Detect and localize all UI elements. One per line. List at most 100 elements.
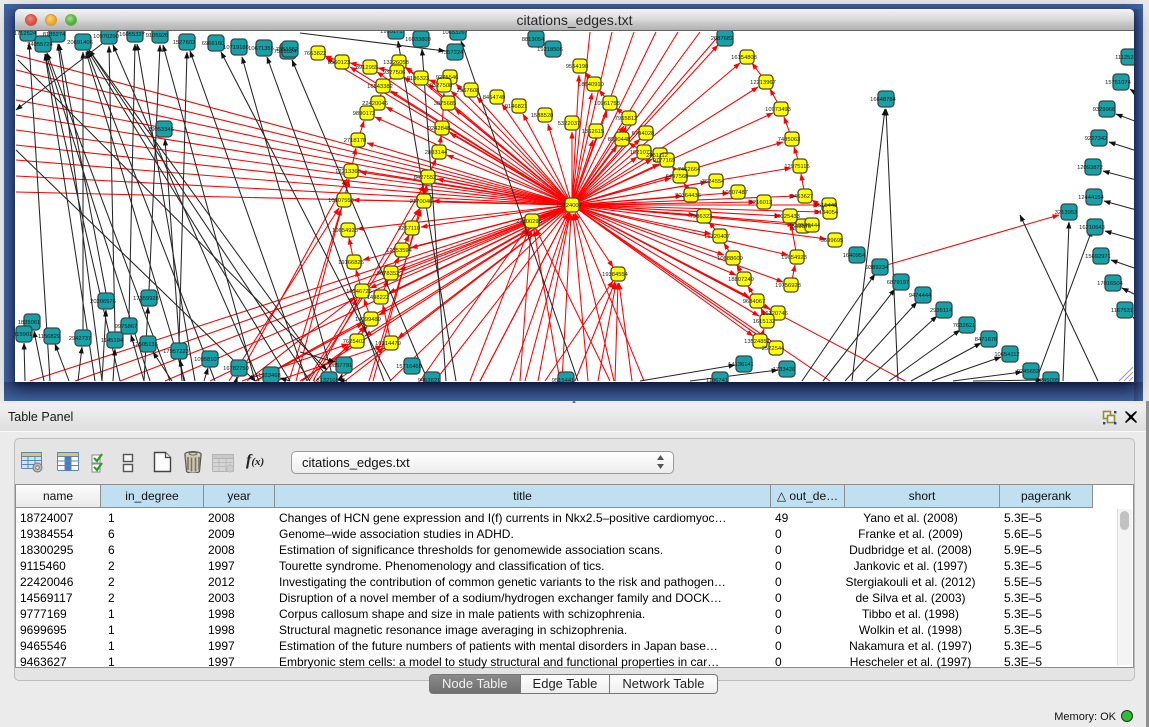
svg-text:20206576: 20206576 bbox=[90, 299, 116, 305]
svg-text:14099489: 14099489 bbox=[355, 317, 381, 323]
svg-text:14136141: 14136141 bbox=[728, 362, 754, 368]
svg-text:8454749: 8454749 bbox=[483, 95, 506, 101]
svg-text:29053346: 29053346 bbox=[148, 127, 174, 133]
svg-text:1712524: 1712524 bbox=[15, 31, 37, 37]
svg-text:8135274: 8135274 bbox=[43, 32, 66, 38]
svg-text:6497568: 6497568 bbox=[666, 174, 689, 180]
svg-text:19166825: 19166825 bbox=[338, 260, 364, 266]
svg-text:9474444: 9474444 bbox=[909, 293, 932, 299]
svg-text:1186741: 1186741 bbox=[706, 378, 728, 382]
svg-text:24055724: 24055724 bbox=[27, 42, 54, 48]
svg-text:9245095: 9245095 bbox=[1037, 378, 1060, 382]
svg-text:2718170: 2718170 bbox=[344, 138, 367, 144]
svg-text:2935114: 2935114 bbox=[930, 308, 953, 314]
svg-text:12505135: 12505135 bbox=[132, 342, 158, 348]
svg-text:10671355: 10671355 bbox=[248, 46, 274, 52]
svg-text:8912955: 8912955 bbox=[356, 65, 379, 71]
svg-text:9245652: 9245652 bbox=[1017, 369, 1040, 375]
svg-text:10961758: 10961758 bbox=[594, 101, 620, 107]
svg-text:8960123: 8960123 bbox=[328, 60, 351, 66]
svg-text:7955812: 7955812 bbox=[615, 116, 638, 122]
svg-text:6966160: 6966160 bbox=[202, 41, 225, 47]
svg-text:16782759: 16782759 bbox=[223, 366, 249, 372]
svg-text:11923468: 11923468 bbox=[255, 373, 280, 379]
svg-text:9777169: 9777169 bbox=[653, 158, 676, 164]
svg-text:7663822: 7663822 bbox=[304, 51, 327, 57]
svg-text:17957223: 17957223 bbox=[163, 349, 189, 355]
svg-text:9105926: 9105926 bbox=[146, 33, 169, 39]
svg-text:12444154: 12444154 bbox=[1078, 195, 1105, 201]
svg-text:20364436: 20364436 bbox=[675, 193, 701, 199]
svg-text:8471676: 8471676 bbox=[975, 337, 998, 343]
svg-text:10107553: 10107553 bbox=[328, 198, 354, 204]
svg-text:9327506: 9327506 bbox=[383, 70, 406, 76]
svg-text:2170046: 2170046 bbox=[410, 199, 433, 205]
svg-text:1112524: 1112524 bbox=[1115, 55, 1134, 61]
svg-text:2967608: 2967608 bbox=[457, 88, 480, 94]
svg-text:10688609: 10688609 bbox=[717, 256, 743, 262]
svg-text:9463627: 9463627 bbox=[791, 194, 814, 200]
svg-text:1527602: 1527602 bbox=[173, 40, 196, 46]
svg-text:12213967: 12213967 bbox=[750, 80, 776, 86]
svg-text:23300295: 23300295 bbox=[516, 219, 542, 225]
svg-text:20691406: 20691406 bbox=[67, 40, 93, 46]
svg-text:3213953: 3213953 bbox=[1055, 210, 1078, 216]
svg-text:16543382: 16543382 bbox=[367, 84, 393, 90]
svg-text:6216013: 6216013 bbox=[750, 200, 773, 206]
svg-text:7357224: 7357224 bbox=[441, 50, 464, 56]
svg-text:1588520: 1588520 bbox=[531, 113, 554, 119]
svg-text:8813054: 8813054 bbox=[522, 37, 545, 43]
svg-text:3915901: 3915901 bbox=[15, 332, 32, 338]
svg-text:16120746: 16120746 bbox=[762, 311, 788, 317]
svg-text:10970290: 10970290 bbox=[93, 34, 119, 40]
svg-text:1640954: 1640954 bbox=[843, 253, 866, 259]
svg-text:2942737: 2942737 bbox=[69, 336, 92, 342]
svg-text:9515441: 9515441 bbox=[552, 378, 575, 382]
svg-text:1733426: 1733426 bbox=[773, 367, 796, 373]
svg-text:7551552: 7551552 bbox=[276, 47, 299, 53]
svg-text:10958107: 10958107 bbox=[194, 357, 220, 363]
svg-text:6879197: 6879197 bbox=[887, 280, 910, 286]
svg-text:8990448: 8990448 bbox=[608, 137, 631, 143]
svg-text:17016504: 17016504 bbox=[1097, 281, 1124, 287]
svg-text:1156829: 1156829 bbox=[38, 334, 60, 340]
svg-text:15720407: 15720407 bbox=[704, 234, 730, 240]
svg-text:9554190: 9554190 bbox=[566, 64, 589, 70]
svg-text:9329966: 9329966 bbox=[1093, 107, 1116, 113]
svg-text:12213369: 12213369 bbox=[335, 169, 361, 175]
svg-text:9242848: 9242848 bbox=[428, 126, 451, 132]
svg-text:2522544: 2522544 bbox=[762, 346, 785, 352]
svg-text:19654925: 19654925 bbox=[332, 228, 358, 234]
svg-text:9463621: 9463621 bbox=[418, 378, 441, 382]
svg-text:8186323: 8186323 bbox=[407, 76, 430, 82]
svg-text:8678352: 8678352 bbox=[377, 271, 400, 277]
svg-text:9275546: 9275546 bbox=[436, 75, 459, 81]
svg-text:18132105: 18132105 bbox=[313, 378, 339, 382]
svg-text:1167531: 1167531 bbox=[1111, 308, 1133, 314]
svg-text:7625402: 7625402 bbox=[343, 339, 366, 345]
svg-text:16154808: 16154808 bbox=[731, 55, 757, 61]
svg-text:15692971: 15692971 bbox=[1085, 254, 1111, 260]
svg-text:10653267: 10653267 bbox=[442, 31, 468, 36]
svg-text:10807487: 10807487 bbox=[722, 190, 748, 196]
svg-text:9699695: 9699695 bbox=[821, 238, 844, 244]
svg-text:16648784: 16648784 bbox=[870, 97, 897, 103]
svg-text:7485063: 7485063 bbox=[778, 137, 801, 143]
svg-text:10719186: 10719186 bbox=[223, 45, 249, 51]
svg-text:19756928: 19756928 bbox=[775, 283, 801, 289]
svg-text:3267110: 3267110 bbox=[398, 226, 420, 232]
svg-text:13524851: 13524851 bbox=[744, 339, 770, 345]
svg-text:19384554: 19384554 bbox=[602, 272, 629, 278]
svg-text:7462664: 7462664 bbox=[678, 167, 701, 173]
svg-text:3624554: 3624554 bbox=[702, 179, 725, 185]
svg-text:18640910: 18640910 bbox=[578, 82, 604, 88]
svg-text:16914479: 16914479 bbox=[375, 341, 401, 347]
svg-text:7986322: 7986322 bbox=[690, 214, 713, 220]
svg-text:10025433: 10025433 bbox=[774, 214, 800, 220]
svg-text:9389234: 9389234 bbox=[866, 265, 889, 271]
svg-text:2803144: 2803144 bbox=[425, 150, 448, 156]
svg-text:15751074: 15751074 bbox=[1105, 80, 1132, 86]
svg-text:7632621: 7632621 bbox=[953, 323, 976, 329]
svg-text:8427552: 8427552 bbox=[414, 175, 437, 181]
svg-text:1362615: 1362615 bbox=[582, 129, 605, 135]
